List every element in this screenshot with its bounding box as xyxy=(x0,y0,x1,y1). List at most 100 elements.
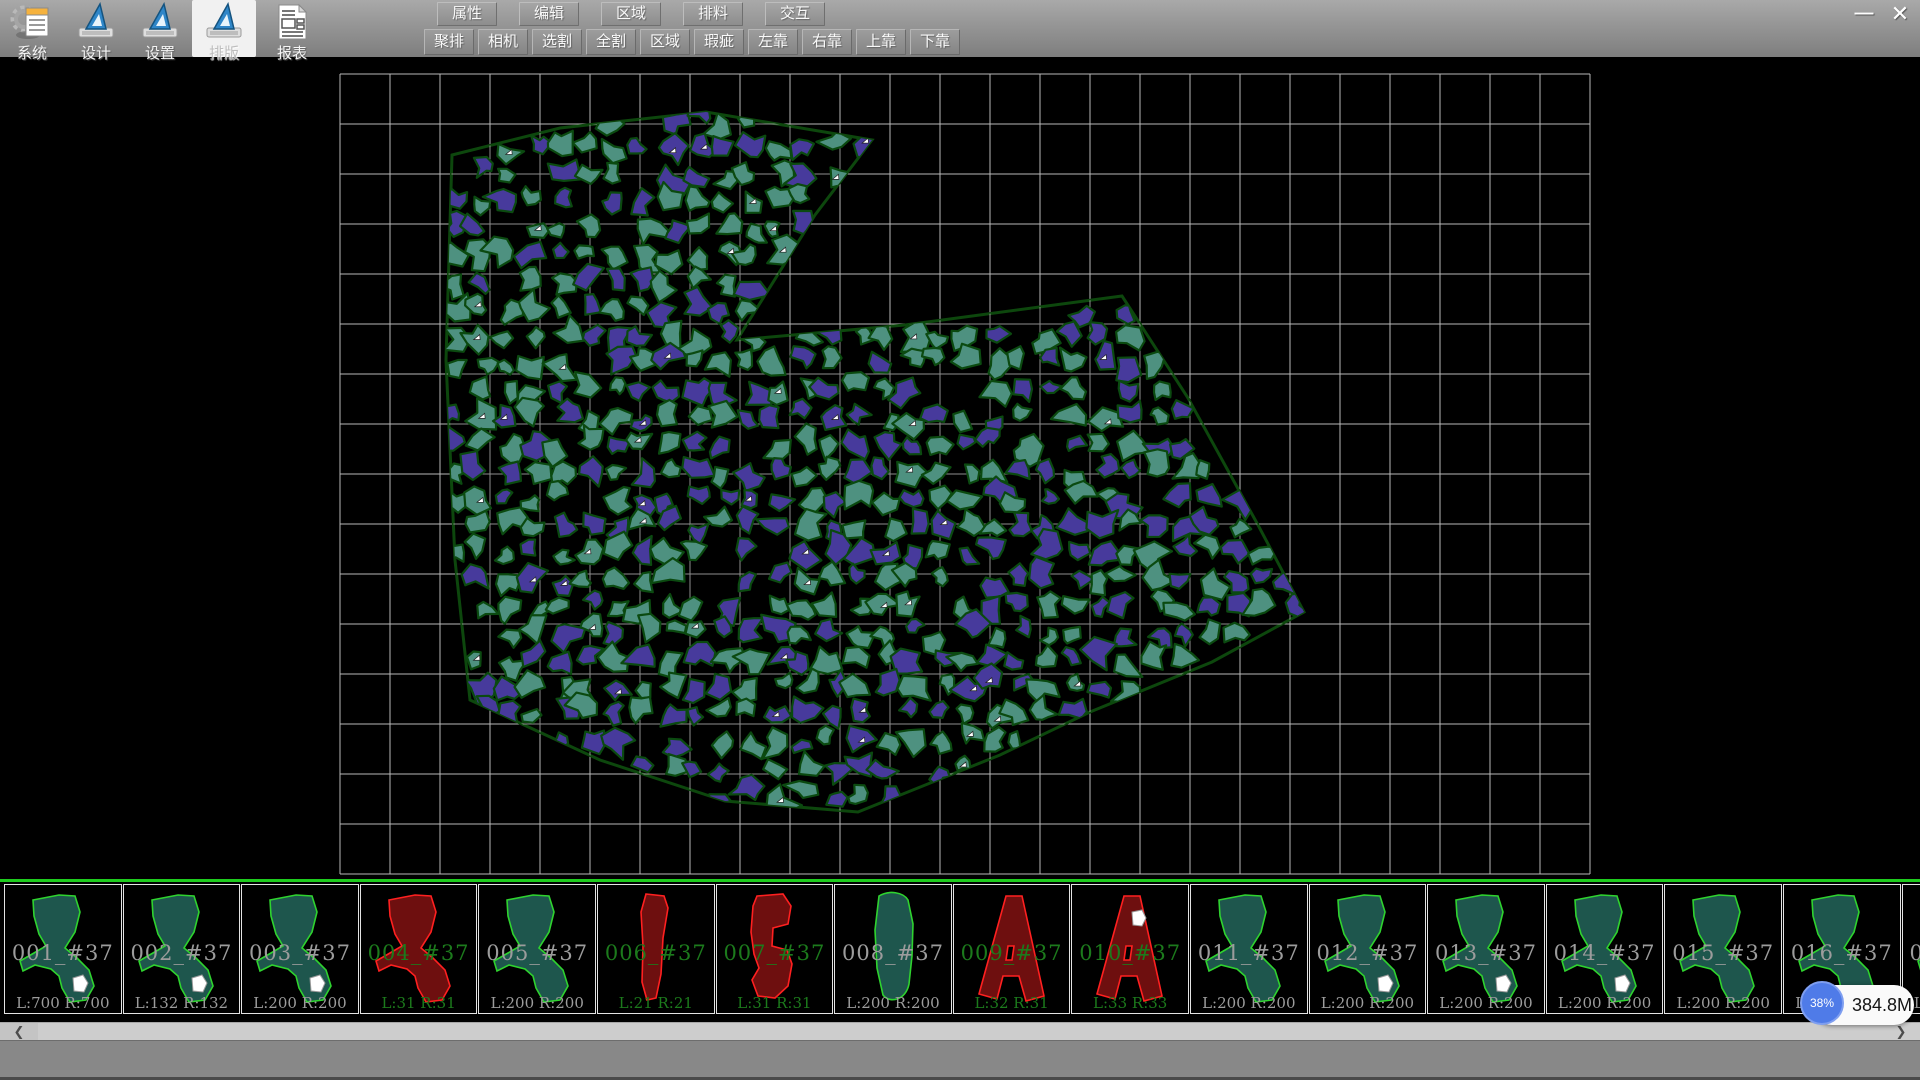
minimize-button[interactable]: — xyxy=(1848,2,1880,26)
piece-thumbnail-strip: 001_#37L:700 R:700002_#37L:132 R:132003_… xyxy=(0,882,1920,1022)
thumbnail-piece-name: 008_#37 xyxy=(835,941,951,965)
nest-piece xyxy=(926,541,950,559)
action-item[interactable]: 左靠 xyxy=(748,29,798,55)
scroll-right-arrow-icon[interactable]: ❯ xyxy=(1882,1023,1920,1040)
nest-piece xyxy=(851,699,870,723)
action-item[interactable]: 下靠 xyxy=(910,29,960,55)
thumbnail-piece-name: 014_#37 xyxy=(1547,941,1663,965)
thumbnail-cell[interactable]: 013_#37 L:200 R:200 xyxy=(1427,884,1545,1014)
action-item[interactable]: 选割 xyxy=(532,29,582,55)
thumbnail-lr-count: L:132 R:132 xyxy=(124,994,240,1012)
toolbar: 系统 设计 设置 xyxy=(0,0,1920,57)
thumbnail-piece-name: 006_#37 xyxy=(598,941,714,965)
menu-item[interactable]: 属性 xyxy=(437,2,497,26)
tool-button-system[interactable]: 系统 xyxy=(0,0,64,57)
thumbnail-cell[interactable]: 010_#37 L:33 R:33 xyxy=(1071,884,1189,1014)
tool-button-design[interactable]: 设计 xyxy=(64,0,128,57)
thumbnail-lr-count: L:33 R:33 xyxy=(1072,994,1188,1012)
nest-piece xyxy=(1008,731,1020,749)
action-bar: 聚排相机选割全割区域瑕疵左靠右靠上靠下靠 xyxy=(424,29,964,55)
nest-piece xyxy=(759,405,779,428)
thumbnail-cell[interactable]: 015_#37 L:200 R:200 xyxy=(1664,884,1782,1014)
thumbnail-cell[interactable]: 012_#37 L:200 R:200 xyxy=(1309,884,1427,1014)
thumbnail-cell[interactable]: 008_#37 L:200 R:200 xyxy=(834,884,952,1014)
thumbnail-cell[interactable]: 002_#37 L:132 R:132 xyxy=(123,884,241,1014)
scroll-left-arrow-icon[interactable]: ❮ xyxy=(0,1023,38,1040)
thumbnail-cell[interactable]: 007_#37 L:31 R:31 xyxy=(716,884,834,1014)
memory-badge: 38% 384.8M xyxy=(1812,985,1914,1025)
menu-item[interactable]: 排料 xyxy=(683,2,743,26)
nest-piece xyxy=(897,676,930,701)
thumbnail-cell[interactable]: 003_#37 L:200 R:200 xyxy=(241,884,359,1014)
system-gear-icon xyxy=(10,2,54,42)
tool-button-report[interactable]: 报表 xyxy=(260,0,324,57)
thumbnail-piece-name: 011_#37 xyxy=(1191,941,1307,965)
action-item[interactable]: 全割 xyxy=(586,29,636,55)
tool-button-settings[interactable]: 设置 xyxy=(128,0,192,57)
thumbnail-lr-count: L:200 R:200 xyxy=(1428,994,1544,1012)
thumbnail-piece-name: 009_#37 xyxy=(954,941,1070,965)
thumbnail-lr-count: L:200 R:200 xyxy=(1547,994,1663,1012)
menu-item[interactable]: 区域 xyxy=(601,2,661,26)
action-item[interactable]: 相机 xyxy=(478,29,528,55)
nesting-canvas[interactable] xyxy=(0,57,1920,879)
thumbnail-piece-name: 012_#37 xyxy=(1310,941,1426,965)
thumbnail-cell[interactable]: 001_#37 L:700 R:700 xyxy=(4,884,122,1014)
layout-ruler-icon xyxy=(202,2,246,42)
thumbnail-piece-name: 003_#37 xyxy=(242,941,358,965)
thumbnail-piece-name: 017_#37 xyxy=(1903,941,1920,965)
thumbnail-lr-count: L:200 R:200 xyxy=(835,994,951,1012)
action-item[interactable]: 上靠 xyxy=(856,29,906,55)
thumbnail-cell[interactable]: 014_#37 L:200 R:200 xyxy=(1546,884,1664,1014)
thumbnail-piece-name: 001_#37 xyxy=(5,941,121,965)
settings-ruler-icon xyxy=(138,2,182,42)
menu-bar: 属性编辑区域排料交互 xyxy=(437,2,847,26)
status-area xyxy=(0,1040,1920,1080)
nest-piece xyxy=(499,701,521,725)
thumbnail-piece-name: 010_#37 xyxy=(1072,941,1188,965)
nest-piece xyxy=(442,274,464,299)
thumbnail-lr-count: L:200 R:200 xyxy=(242,994,358,1012)
action-item[interactable]: 右靠 xyxy=(802,29,852,55)
thumbnail-cell[interactable]: 005_#37 L:200 R:200 xyxy=(478,884,596,1014)
nest-piece xyxy=(912,509,929,534)
nest-piece xyxy=(842,372,869,391)
action-item[interactable]: 聚排 xyxy=(424,29,474,55)
thumbnail-cell[interactable]: 009_#37 L:32 R:31 xyxy=(953,884,1071,1014)
action-item[interactable]: 区域 xyxy=(640,29,690,55)
memory-usage-label: 384.8M xyxy=(1852,985,1912,1025)
app-window: 系统 设计 设置 xyxy=(0,0,1920,1080)
nest-piece xyxy=(1197,597,1220,615)
nest-piece xyxy=(1144,449,1169,476)
nest-piece xyxy=(574,245,594,258)
report-doc-icon xyxy=(270,2,314,42)
thumbnail-cell[interactable]: 006_#37 L:21 R:21 xyxy=(597,884,715,1014)
thumbnail-piece-name: 002_#37 xyxy=(124,941,240,965)
thumbnail-lr-count: L:32 R:31 xyxy=(954,994,1070,1012)
thumbnail-lr-count: L:21 R:21 xyxy=(598,994,714,1012)
thumbnail-piece-name: 016_#37 xyxy=(1784,941,1900,965)
close-button[interactable]: ✕ xyxy=(1884,2,1916,26)
thumbnail-piece-name: 013_#37 xyxy=(1428,941,1544,965)
thumbnail-piece-name: 015_#37 xyxy=(1665,941,1781,965)
menu-item[interactable]: 编辑 xyxy=(519,2,579,26)
thumbnail-cell[interactable]: 004_#37 L:31 R:31 xyxy=(360,884,478,1014)
nest-piece xyxy=(1196,460,1209,479)
horizontal-scrollbar[interactable]: ❮ ❯ xyxy=(0,1022,1920,1040)
tool-button-layout[interactable]: 排版 xyxy=(192,0,256,57)
thumbnail-lr-count: L:200 R:200 xyxy=(1665,994,1781,1012)
thumbnail-lr-count: L:200 R:200 xyxy=(479,994,595,1012)
thumbnail-lr-count: L:31 R:31 xyxy=(717,994,833,1012)
thumbnail-lr-count: L:700 R:700 xyxy=(5,994,121,1012)
nest-piece xyxy=(657,400,677,426)
action-item[interactable]: 瑕疵 xyxy=(694,29,744,55)
thumbnail-cell[interactable]: 011_#37 L:200 R:200 xyxy=(1190,884,1308,1014)
thumbnail-piece-name: 007_#37 xyxy=(717,941,833,965)
thumbnail-lr-count: L:200 R:200 xyxy=(1310,994,1426,1012)
thumbnail-piece-name: 004_#37 xyxy=(361,941,477,965)
nest-piece xyxy=(521,540,536,556)
thumbnail-lr-count: L:31 R:31 xyxy=(361,994,477,1012)
thumbnail-piece-name: 005_#37 xyxy=(479,941,595,965)
menu-item[interactable]: 交互 xyxy=(765,2,825,26)
thumbnail-lr-count: L:200 R:200 xyxy=(1191,994,1307,1012)
